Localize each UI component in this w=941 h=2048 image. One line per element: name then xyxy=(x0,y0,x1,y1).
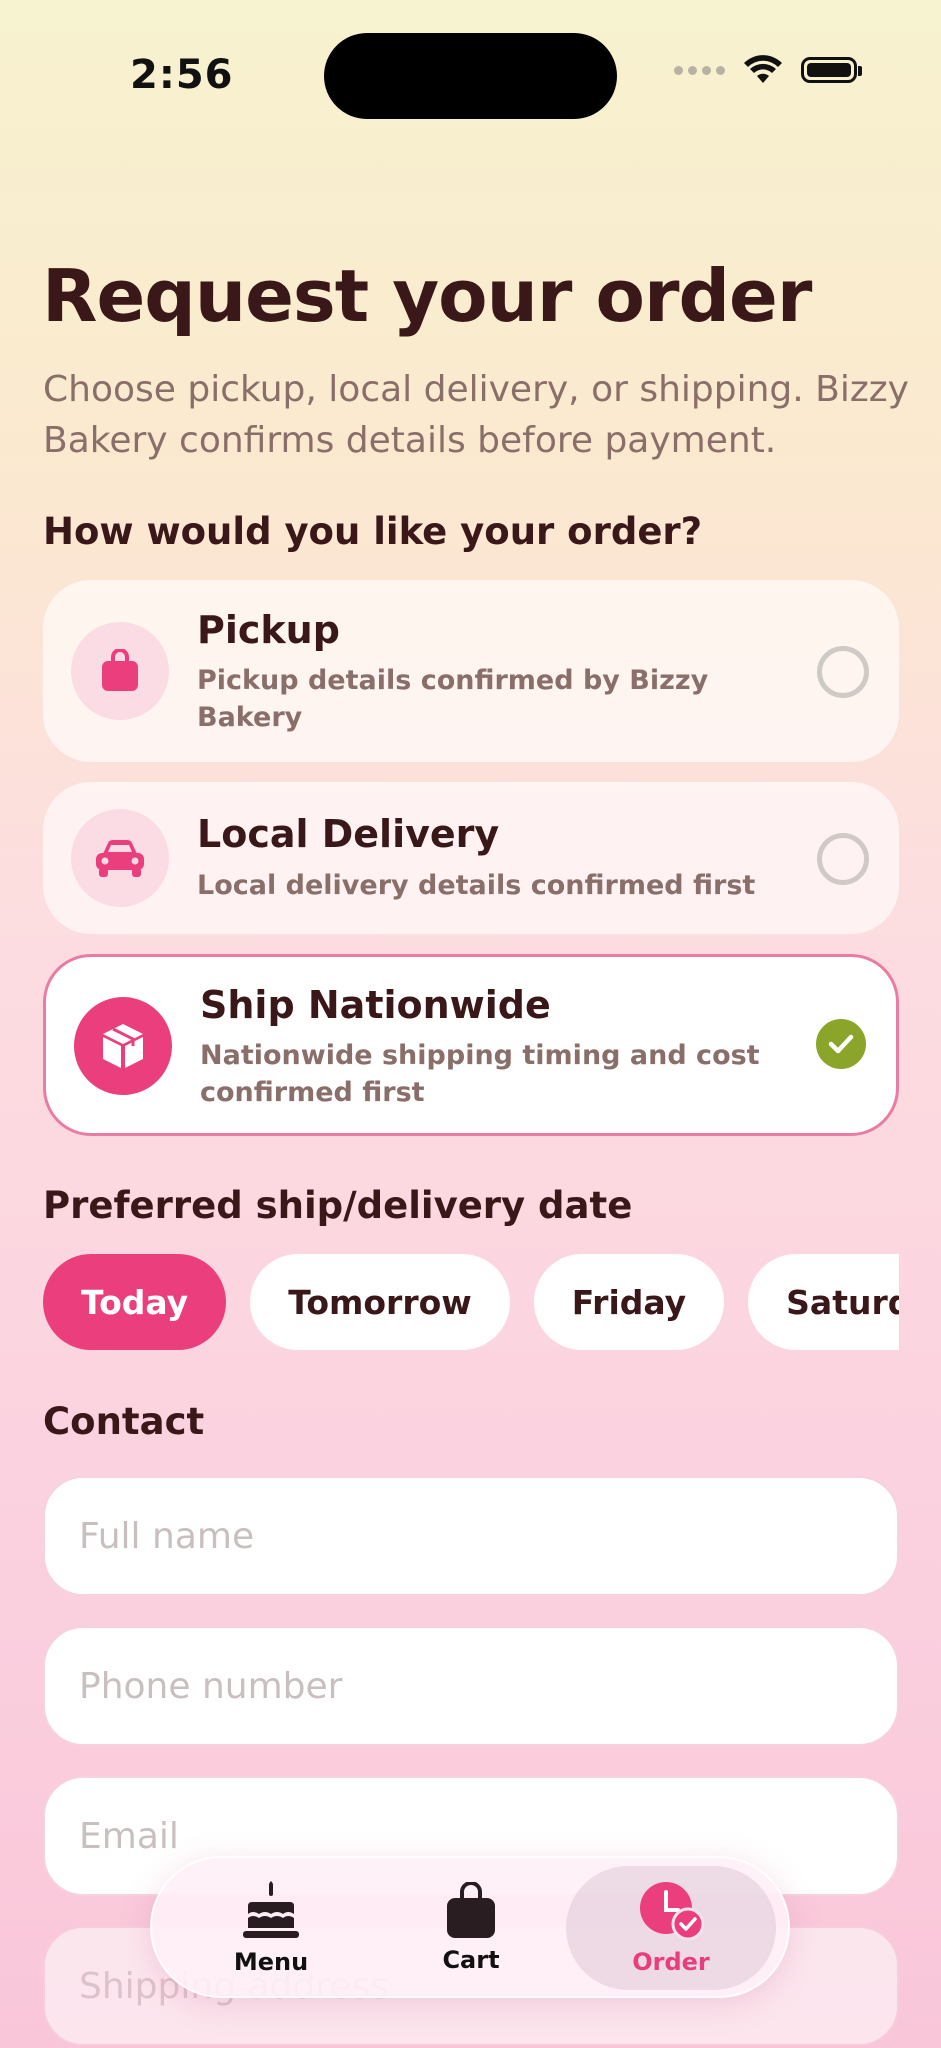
tab-cart[interactable]: Cart xyxy=(366,1866,576,1990)
date-chip-row[interactable]: Today Tomorrow Friday Saturday xyxy=(43,1254,899,1352)
tab-label: Order xyxy=(632,1948,710,1976)
signal-dots-icon xyxy=(674,65,725,75)
fulfillment-heading: How would you like your order? xyxy=(43,510,703,553)
option-description: Nationwide shipping timing and cost conf… xyxy=(200,1040,760,1108)
status-time: 2:56 xyxy=(130,52,234,98)
option-description: Pickup details confirmed by Bizzy Bakery xyxy=(197,665,709,733)
option-local-delivery[interactable]: Local Delivery Local delivery details co… xyxy=(43,782,899,934)
package-icon xyxy=(74,997,172,1095)
chip-saturday[interactable]: Saturday xyxy=(748,1254,899,1350)
tab-label: Cart xyxy=(442,1946,500,1974)
option-pickup[interactable]: Pickup Pickup details confirmed by Bizzy… xyxy=(43,580,899,762)
option-description: Local delivery details confirmed first xyxy=(197,870,756,901)
option-ship-nationwide[interactable]: Ship Nationwide Nationwide shipping timi… xyxy=(43,954,899,1136)
page-title: Request your order xyxy=(42,254,812,338)
chip-tomorrow[interactable]: Tomorrow xyxy=(250,1254,510,1350)
option-title: Ship Nationwide xyxy=(200,983,551,1027)
dynamic-island xyxy=(324,33,617,119)
contact-heading: Contact xyxy=(43,1400,205,1443)
battery-icon xyxy=(801,57,862,83)
clock-check-icon xyxy=(640,1882,704,1941)
page-subtitle: Choose pickup, local delivery, or shippi… xyxy=(43,369,909,461)
tab-bar: Menu Cart Order xyxy=(150,1856,790,1998)
tab-menu[interactable]: Menu xyxy=(166,1866,376,1990)
car-icon xyxy=(71,809,169,907)
tab-order[interactable]: Order xyxy=(566,1866,776,1990)
shopping-bag-icon xyxy=(71,622,169,720)
option-title: Local Delivery xyxy=(197,812,500,856)
phone-input[interactable] xyxy=(43,1626,899,1746)
bag-icon xyxy=(447,1882,495,1938)
option-title: Pickup xyxy=(197,608,340,652)
radio-unselected-icon[interactable] xyxy=(817,646,869,698)
date-heading: Preferred ship/delivery date xyxy=(43,1184,633,1227)
cake-icon xyxy=(243,1881,299,1938)
full-name-input[interactable] xyxy=(43,1476,899,1596)
tab-label: Menu xyxy=(233,1948,309,1976)
wifi-icon xyxy=(744,55,782,83)
status-icons xyxy=(674,55,862,85)
chip-today[interactable]: Today xyxy=(43,1254,227,1350)
chip-friday[interactable]: Friday xyxy=(533,1254,725,1350)
radio-checked-icon[interactable] xyxy=(816,1019,866,1069)
radio-unselected-icon[interactable] xyxy=(817,833,869,885)
